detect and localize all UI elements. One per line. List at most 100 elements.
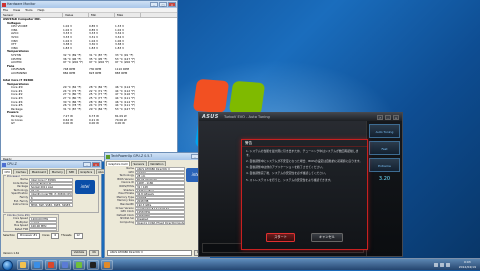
column-value[interactable]: Value [63, 13, 89, 17]
hwmonitor-titlebar[interactable]: Hardware Monitor – □ × [1, 1, 177, 8]
clocks-group: Clocks (Core #0) Core Speed 1200.00 MHz Mu… [3, 213, 59, 232]
warning-dialog-body: 1. システムの性能を最大限に引き出すため、チューニング中はシステムが数回再起動… [242, 147, 367, 188]
selection-row: Selection Processor #1 Cores 6 Threads 1… [3, 233, 99, 239]
sensor-min: 0.00 W [89, 121, 99, 126]
gpuz-title: TechPowerUp GPU-Z 0.5.7 [111, 154, 153, 158]
ie-icon[interactable] [31, 260, 43, 270]
cpuz-version: Version 1.61 [3, 251, 20, 255]
field-value: OpenCL CUDA PhysX DirectCompute 5.0 [135, 220, 185, 225]
hwmonitor-title: Hardware Monitor [7, 2, 36, 6]
turbov-icon[interactable] [87, 260, 99, 270]
cores-value: 6 [51, 233, 60, 239]
tab-spd[interactable]: SPD [66, 169, 77, 174]
turbov-sidebar: Auto Tuning Fast Extreme 3.20 [366, 121, 402, 256]
clocks-group-title: Clocks (Core #0) [6, 213, 31, 217]
turbov-titlebar[interactable]: ASUS TurboV EVO - Auto Tuning ? - x [199, 113, 402, 121]
menu-file[interactable]: File [3, 8, 8, 12]
cpuz-title: CPU-Z [7, 162, 17, 166]
intel-logo-icon: intel [75, 180, 95, 194]
warning-dialog-title: 警告 [242, 140, 367, 147]
minimize-button[interactable]: - [385, 114, 391, 120]
warning-paragraph-2: 2. 自動調整中にシステムが不安定になった場合、BIOSの設定は自動的に初期値に… [246, 158, 363, 163]
cores-label: Cores [42, 234, 50, 238]
minimize-button[interactable]: – [150, 2, 158, 7]
warning-paragraph-1: 1. システムの性能を最大限に引き出すため、チューニング中はシステムが数回再起動… [246, 149, 359, 157]
sensor-row[interactable]: GT 0.00 W 0.00 W 0.00 W [1, 122, 177, 126]
turbov-window[interactable]: ASUS TurboV EVO - Auto Tuning ? - x Auto… [198, 112, 403, 257]
sidebar-extreme[interactable]: Extreme [369, 158, 400, 172]
ok-button[interactable]: OK [89, 250, 99, 256]
start-button[interactable] [2, 259, 13, 271]
maximize-button[interactable]: □ [159, 2, 167, 7]
warning-paragraph-4: 4. 自動調整完了後、システムの安定性を必ず確認してください。 [246, 171, 328, 176]
selection-dropdown[interactable]: Processor #1 [16, 233, 41, 239]
hwmonitor-icon[interactable] [45, 260, 57, 270]
column-sensor[interactable]: Sensor [1, 13, 63, 17]
warning-paragraph-5: 5. ストレステストを行うと、システムの安定性をより確認できます。 [246, 177, 333, 182]
sensor-name: GT [11, 122, 15, 126]
tab-graphics[interactable]: Graphics [77, 169, 95, 174]
media-icon[interactable] [101, 260, 113, 270]
gpu-select-dropdown[interactable]: ASUS GTX680 DirectCU II [107, 250, 192, 256]
field-value: MMX, SSE, SSE2, SSE3, SSSE3, SSE4.1, SSE… [29, 203, 73, 207]
column-max[interactable]: Max [115, 13, 141, 17]
gpuz-bottom-bar: ASUS GTX680 DirectCU II Close [107, 250, 207, 256]
cpuz-window[interactable]: CPU-Z – × CPU Caches Mainboard Memory SPD Gra… [0, 160, 109, 258]
field-row: Instructions MMX, SSE, SSE2, SSE3, SSSE3,… [5, 203, 73, 207]
sidebar-auto-tuning[interactable]: Auto Tuning [369, 124, 400, 138]
clock-date: 2012/04/19 [458, 265, 476, 269]
hwmonitor-app-icon [2, 2, 6, 7]
warning-dialog: 警告 1. システムの性能を最大限に引き出すため、チューニング中はシステムが数回… [241, 139, 368, 250]
field-row: Computing OpenCL CUDA PhysX DirectCompute… [107, 220, 185, 225]
start-button[interactable]: スタート [266, 233, 295, 242]
cpuz-titlebar[interactable]: CPU-Z – × [1, 161, 101, 168]
warning-paragraph-3: 3. 自動調整中は他のアプリケーションを終了させてください。 [246, 165, 325, 170]
gpuz-app-icon [106, 154, 110, 159]
cpuz-bottom-bar: Version 1.61 Validate OK [3, 250, 99, 256]
gpuz-fields-panel: Name ASUS GTX680 DirectCU II GPU GK104 Techn… [105, 166, 209, 226]
sidebar-fast[interactable]: Fast [369, 141, 400, 155]
gpuz-icon[interactable] [73, 260, 85, 270]
minimize-button[interactable]: – [83, 162, 91, 167]
sensor-max: 0.00 W [115, 121, 125, 126]
clock[interactable]: 0:03 2012/04/19 [459, 260, 476, 270]
close-button[interactable]: × [168, 2, 176, 7]
field-label: Rated FSB [14, 227, 28, 231]
close-button[interactable]: × [92, 162, 100, 167]
tab-mainboard[interactable]: Mainboard [29, 169, 49, 174]
cancel-button[interactable]: キャンセル [310, 233, 343, 242]
tab-memory[interactable]: Memory [49, 169, 66, 174]
field-label: Computing [119, 220, 134, 224]
validate-button[interactable]: Validate [70, 250, 88, 256]
hwmonitor-window[interactable]: Hardware Monitor – □ × File View Tools H… [0, 0, 178, 162]
system-tray [434, 262, 450, 267]
cpuz-icon[interactable] [59, 260, 71, 270]
close-button[interactable]: x [393, 114, 399, 120]
explorer-icon[interactable] [17, 260, 29, 270]
asus-logo: ASUS [202, 114, 219, 120]
column-min[interactable]: Min [89, 13, 115, 17]
selection-label: Selection [3, 234, 15, 238]
turbov-title: TurboV EVO - Auto Tuning [224, 115, 270, 119]
menu-help[interactable]: Help [38, 8, 45, 12]
processor-group-title: Processor [6, 174, 21, 178]
help-button[interactable]: ? [377, 114, 383, 120]
threads-value: 12 [73, 233, 83, 239]
volume-icon[interactable] [440, 262, 444, 267]
menu-tools[interactable]: Tools [25, 8, 32, 12]
processor-group: Processor Name Intel Core i7 3930K Code Na… [3, 174, 99, 213]
gpuz-titlebar[interactable]: TechPowerUp GPU-Z 0.5.7 – × [105, 153, 209, 160]
network-icon[interactable] [434, 262, 438, 267]
flag-icon[interactable] [446, 262, 450, 267]
sensor-value: 0.00 W [63, 121, 73, 126]
field-label: Instructions [12, 203, 28, 207]
field-row: Rated FSB [5, 227, 57, 232]
threads-label: Threads [61, 234, 72, 238]
field-value [29, 227, 57, 232]
menu-view[interactable]: View [13, 8, 20, 12]
gpuz-window[interactable]: TechPowerUp GPU-Z 0.5.7 – × Graphics Car… [104, 152, 210, 258]
cpuz-app-icon [2, 162, 6, 167]
sensor-tree[interactable]: ASUSTeK Computer INC. Voltages CPU VCORE 1.… [1, 18, 177, 126]
taskbar: 0:03 2012/04/19 [0, 258, 480, 271]
frequency-readout: 3.20 [378, 176, 391, 182]
